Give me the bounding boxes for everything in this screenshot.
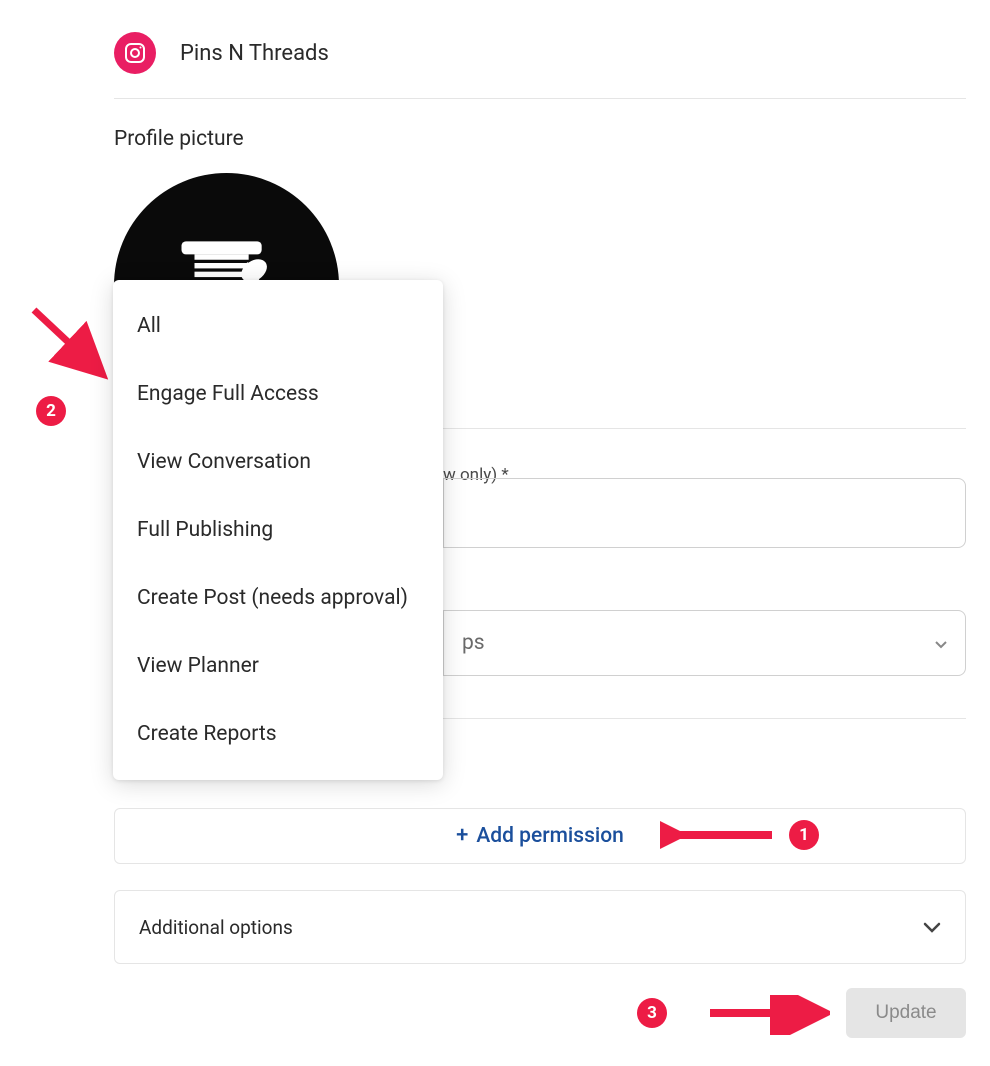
permission-dropdown: All Engage Full Access View Conversation… [113,280,443,780]
dropdown-item-view-planner[interactable]: View Planner [113,632,443,700]
account-header: Pins N Threads [114,32,966,99]
additional-options-label: Additional options [139,916,293,939]
annotation-arrow-3 [700,995,830,1035]
divider [443,718,966,719]
dropdown-item-all[interactable]: All [113,292,443,360]
add-permission-label: Add permission [476,824,624,848]
instagram-icon [114,32,156,74]
annotation-badge-1: 1 [789,820,819,850]
plus-icon: + [456,825,468,847]
add-permission-button[interactable]: + Add permission [114,808,966,864]
text-field[interactable] [443,478,966,548]
account-name: Pins N Threads [180,41,329,66]
update-button[interactable]: Update [846,988,966,1038]
dropdown-item-full-publishing[interactable]: Full Publishing [113,496,443,564]
dropdown-item-create-reports[interactable]: Create Reports [113,700,443,768]
dropdown-item-view-conversation[interactable]: View Conversation [113,428,443,496]
dropdown-item-engage[interactable]: Engage Full Access [113,360,443,428]
chevron-down-icon [923,918,941,937]
caret-down-icon [935,634,947,653]
annotation-badge-3: 3 [637,998,667,1028]
groups-select[interactable]: ps [443,610,966,676]
dropdown-item-create-post[interactable]: Create Post (needs approval) [113,564,443,632]
groups-placeholder: ps [462,631,485,655]
annotation-arrow-2 [26,300,116,390]
divider [443,428,966,429]
additional-options-panel[interactable]: Additional options [114,890,966,964]
annotation-badge-2: 2 [36,396,66,426]
annotation-arrow-1 [660,817,780,857]
profile-picture-label: Profile picture [114,127,966,151]
